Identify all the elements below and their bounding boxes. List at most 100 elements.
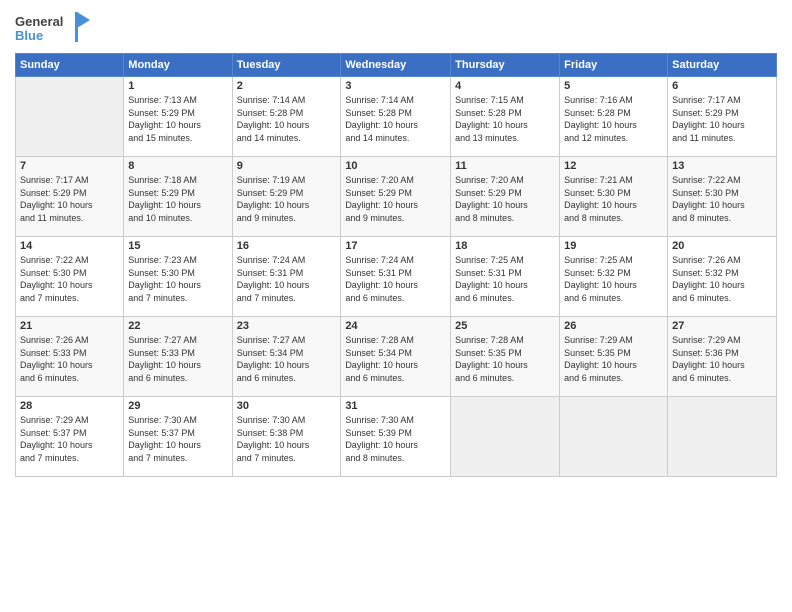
calendar-week-row: 1Sunrise: 7:13 AMSunset: 5:29 PMDaylight… [16,77,777,157]
calendar-cell: 30 Sunrise: 7:30 AMSunset: 5:38 PMDayligh… [232,397,341,477]
cell-content: Sunrise: 7:21 AMSunset: 5:30 PMDaylight:… [564,174,663,224]
cell-content: Sunrise: 7:29 AMSunset: 5:37 PMDaylight:… [20,414,119,464]
weekday-header-monday: Monday [124,54,232,77]
cell-content: Sunrise: 7:20 AMSunset: 5:29 PMDaylight:… [455,174,555,224]
day-number: 16 [237,240,337,252]
weekday-header-friday: Friday [560,54,668,77]
calendar-table: SundayMondayTuesdayWednesdayThursdayFrid… [15,53,777,477]
cell-content: Sunrise: 7:30 AMSunset: 5:38 PMDaylight:… [237,414,337,464]
calendar-cell: 17Sunrise: 7:24 AMSunset: 5:31 PMDayligh… [341,237,451,317]
day-number: 23 [237,320,337,332]
day-number: 6 [672,80,772,92]
calendar-cell: 31 Sunrise: 7:30 AMSunset: 5:39 PMDayligh… [341,397,451,477]
day-number: 10 [345,160,446,172]
day-number: 24 [345,320,446,332]
calendar-cell: 22 Sunrise: 7:27 AMSunset: 5:33 PMDayligh… [124,317,232,397]
day-number: 11 [455,160,555,172]
page-header: GeneralBlue [15,10,777,45]
calendar-cell: 29 Sunrise: 7:30 AMSunset: 5:37 PMDayligh… [124,397,232,477]
calendar-week-row: 28Sunrise: 7:29 AMSunset: 5:37 PMDayligh… [16,397,777,477]
calendar-week-row: 21Sunrise: 7:26 AMSunset: 5:33 PMDayligh… [16,317,777,397]
weekday-header-thursday: Thursday [451,54,560,77]
weekday-header-tuesday: Tuesday [232,54,341,77]
day-number: 30 [237,400,337,412]
day-number: 12 [564,160,663,172]
weekday-header-row: SundayMondayTuesdayWednesdayThursdayFrid… [16,54,777,77]
cell-content: Sunrise: 7:16 AMSunset: 5:28 PMDaylight:… [564,94,663,144]
day-number: 26 [564,320,663,332]
day-number: 7 [20,160,119,172]
weekday-header-sunday: Sunday [16,54,124,77]
calendar-cell: 27Sunrise: 7:29 AMSunset: 5:36 PMDayligh… [668,317,777,397]
day-number: 18 [455,240,555,252]
calendar-cell: 3 Sunrise: 7:14 AMSunset: 5:28 PMDaylight… [341,77,451,157]
calendar-cell [451,397,560,477]
cell-content: Sunrise: 7:28 AMSunset: 5:35 PMDaylight:… [455,334,555,384]
weekday-header-saturday: Saturday [668,54,777,77]
cell-content: Sunrise: 7:27 AMSunset: 5:34 PMDaylight:… [237,334,337,384]
day-number: 20 [672,240,772,252]
cell-content: Sunrise: 7:30 AMSunset: 5:39 PMDaylight:… [345,414,446,464]
cell-content: Sunrise: 7:22 AMSunset: 5:30 PMDaylight:… [672,174,772,224]
cell-content: Sunrise: 7:26 AMSunset: 5:32 PMDaylight:… [672,254,772,304]
calendar-cell: 15 Sunrise: 7:23 AMSunset: 5:30 PMDayligh… [124,237,232,317]
svg-text:Blue: Blue [15,28,43,43]
cell-content: Sunrise: 7:15 AMSunset: 5:28 PMDaylight:… [455,94,555,144]
day-number: 17 [345,240,446,252]
calendar-cell: 28Sunrise: 7:29 AMSunset: 5:37 PMDayligh… [16,397,124,477]
cell-content: Sunrise: 7:22 AMSunset: 5:30 PMDaylight:… [20,254,119,304]
logo: GeneralBlue [15,10,90,45]
day-number: 4 [455,80,555,92]
day-number: 31 [345,400,446,412]
calendar-cell: 18 Sunrise: 7:25 AMSunset: 5:31 PMDayligh… [451,237,560,317]
cell-content: Sunrise: 7:23 AMSunset: 5:30 PMDaylight:… [128,254,227,304]
calendar-cell: 25 Sunrise: 7:28 AMSunset: 5:35 PMDayligh… [451,317,560,397]
cell-content: Sunrise: 7:14 AMSunset: 5:28 PMDaylight:… [345,94,446,144]
calendar-cell: 6 Sunrise: 7:17 AMSunset: 5:29 PMDaylight… [668,77,777,157]
calendar-cell: 23 Sunrise: 7:27 AMSunset: 5:34 PMDayligh… [232,317,341,397]
day-number: 19 [564,240,663,252]
cell-content: Sunrise: 7:18 AMSunset: 5:29 PMDaylight:… [128,174,227,224]
calendar-cell: 12 Sunrise: 7:21 AMSunset: 5:30 PMDayligh… [560,157,668,237]
calendar-cell: 1Sunrise: 7:13 AMSunset: 5:29 PMDaylight… [124,77,232,157]
day-number: 3 [345,80,446,92]
cell-content: Sunrise: 7:30 AMSunset: 5:37 PMDaylight:… [128,414,227,464]
calendar-cell: 4 Sunrise: 7:15 AMSunset: 5:28 PMDaylight… [451,77,560,157]
calendar-cell: 11 Sunrise: 7:20 AMSunset: 5:29 PMDayligh… [451,157,560,237]
cell-content: Sunrise: 7:14 AMSunset: 5:28 PMDaylight:… [237,94,337,144]
cell-content: Sunrise: 7:17 AMSunset: 5:29 PMDaylight:… [20,174,119,224]
day-number: 5 [564,80,663,92]
calendar-cell: 5 Sunrise: 7:16 AMSunset: 5:28 PMDaylight… [560,77,668,157]
cell-content: Sunrise: 7:25 AMSunset: 5:32 PMDaylight:… [564,254,663,304]
day-number: 9 [237,160,337,172]
calendar-cell [560,397,668,477]
cell-content: Sunrise: 7:26 AMSunset: 5:33 PMDaylight:… [20,334,119,384]
calendar-cell: 21Sunrise: 7:26 AMSunset: 5:33 PMDayligh… [16,317,124,397]
day-number: 14 [20,240,119,252]
weekday-header-wednesday: Wednesday [341,54,451,77]
day-number: 1 [128,80,227,92]
cell-content: Sunrise: 7:17 AMSunset: 5:29 PMDaylight:… [672,94,772,144]
calendar-cell: 8Sunrise: 7:18 AMSunset: 5:29 PMDaylight… [124,157,232,237]
cell-content: Sunrise: 7:20 AMSunset: 5:29 PMDaylight:… [345,174,446,224]
calendar-cell: 10 Sunrise: 7:20 AMSunset: 5:29 PMDayligh… [341,157,451,237]
calendar-cell [668,397,777,477]
day-number: 13 [672,160,772,172]
calendar-cell [16,77,124,157]
cell-content: Sunrise: 7:19 AMSunset: 5:29 PMDaylight:… [237,174,337,224]
cell-content: Sunrise: 7:25 AMSunset: 5:31 PMDaylight:… [455,254,555,304]
day-number: 15 [128,240,227,252]
day-number: 25 [455,320,555,332]
calendar-week-row: 7 Sunrise: 7:17 AMSunset: 5:29 PMDaylight… [16,157,777,237]
calendar-cell: 20 Sunrise: 7:26 AMSunset: 5:32 PMDayligh… [668,237,777,317]
cell-content: Sunrise: 7:27 AMSunset: 5:33 PMDaylight:… [128,334,227,384]
calendar-cell: 7 Sunrise: 7:17 AMSunset: 5:29 PMDaylight… [16,157,124,237]
day-number: 29 [128,400,227,412]
calendar-cell: 16Sunrise: 7:24 AMSunset: 5:31 PMDayligh… [232,237,341,317]
calendar-cell: 9 Sunrise: 7:19 AMSunset: 5:29 PMDaylight… [232,157,341,237]
calendar-cell: 26Sunrise: 7:29 AMSunset: 5:35 PMDayligh… [560,317,668,397]
calendar-week-row: 14 Sunrise: 7:22 AMSunset: 5:30 PMDayligh… [16,237,777,317]
calendar-cell: 19 Sunrise: 7:25 AMSunset: 5:32 PMDayligh… [560,237,668,317]
day-number: 22 [128,320,227,332]
calendar-cell: 13 Sunrise: 7:22 AMSunset: 5:30 PMDayligh… [668,157,777,237]
